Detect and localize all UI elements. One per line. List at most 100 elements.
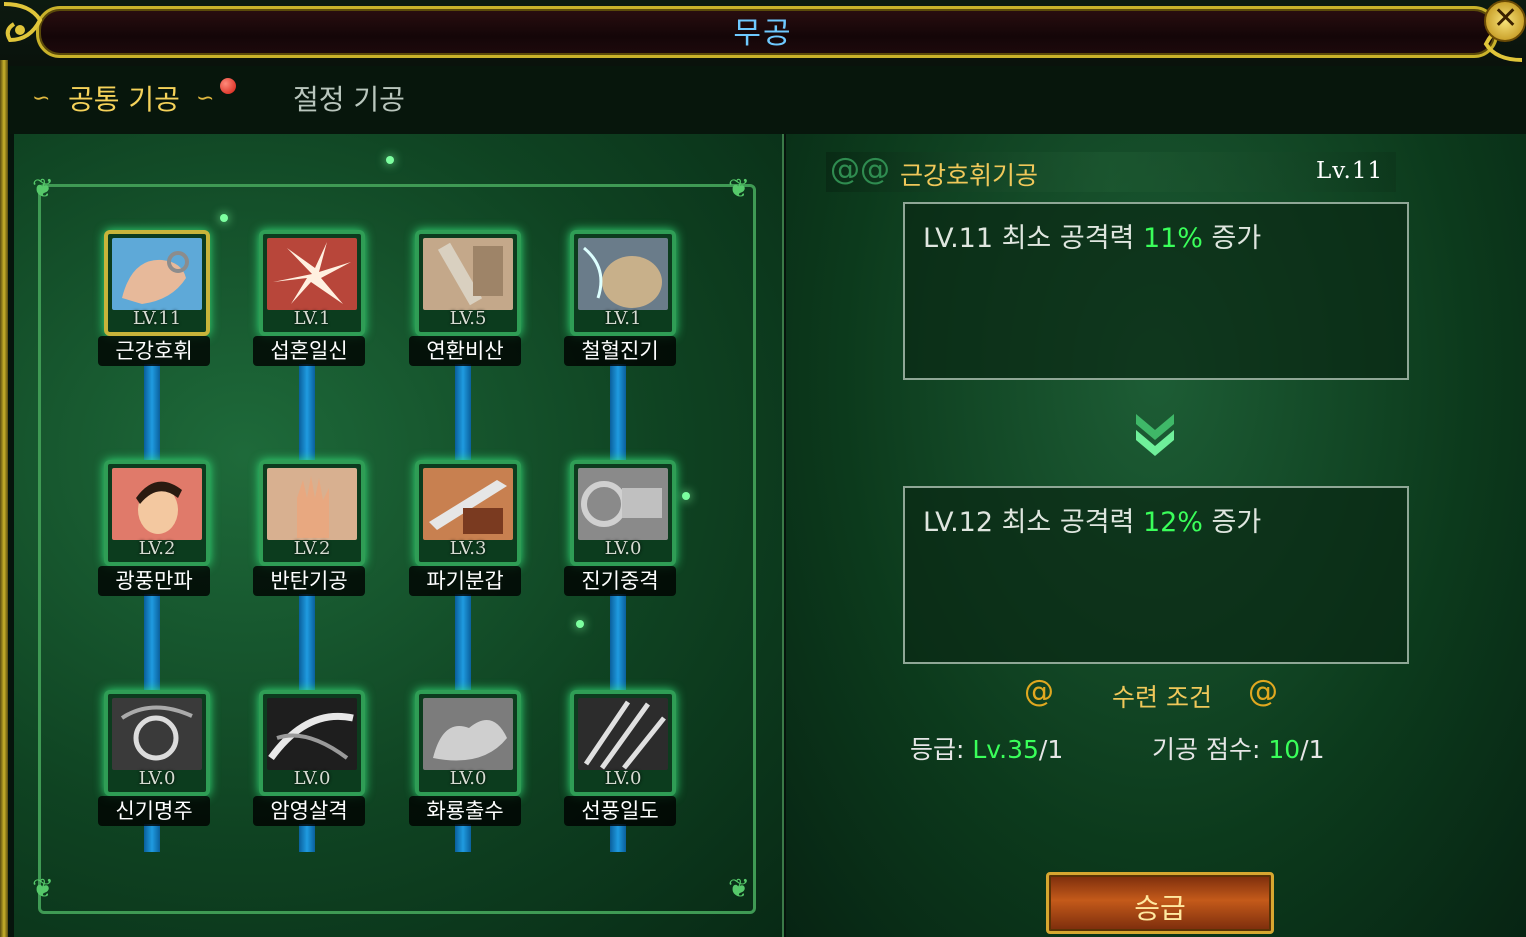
- skill-name: 근강호휘: [98, 336, 210, 366]
- frame-ornament-icon: ❦: [32, 874, 54, 904]
- skill-connector: [610, 594, 626, 690]
- skill-icon-frame: LV.11: [104, 230, 210, 336]
- skill-icon-frame: LV.1: [259, 230, 365, 336]
- current-effect-text: LV.11 최소 공격력 11% 증가: [923, 223, 1262, 254]
- skill-icon-frame: LV.0: [570, 690, 676, 796]
- skill-tree-panel: ❦ ❦ ❦ ❦ LV.11 근강호휘 LV.1 섭혼일신 LV.5 연환비산 L…: [14, 134, 784, 937]
- skill-level: LV.0: [449, 768, 487, 789]
- skill-connector: [455, 364, 471, 460]
- skill-icon-frame: LV.3: [415, 460, 521, 566]
- skill-name: 선풍일도: [564, 796, 676, 826]
- upgrade-button[interactable]: 승급: [1046, 872, 1274, 934]
- tab-ultimate-qigong[interactable]: 절정 기공: [293, 78, 405, 118]
- frame-ornament-icon: ❦: [728, 874, 750, 904]
- divine-orb-icon: [112, 698, 202, 770]
- tab-bar: ∽ 공통 기공 ∽ 절정 기공: [10, 66, 1526, 134]
- hand-grip-icon: [112, 238, 202, 310]
- selected-skill-name: 근강호휘기공: [900, 161, 1039, 190]
- skill-level: LV.3: [449, 538, 487, 559]
- fire-dragon-icon: [423, 698, 513, 770]
- skill-name: 진기중격: [564, 566, 676, 596]
- next-effect-box: LV.12 최소 공격력 12% 증가: [903, 486, 1409, 664]
- skill-connector: [455, 594, 471, 690]
- tab-ornament-icon: ∽: [32, 86, 51, 111]
- skill-level: LV.0: [604, 768, 642, 789]
- tab-ornament-icon: ∽: [196, 86, 215, 111]
- skill-connector: [299, 364, 315, 460]
- skill-name: 반탄기공: [253, 566, 365, 596]
- skill-connector: [610, 364, 626, 460]
- skill-slot[interactable]: LV.1 철혈진기: [564, 230, 676, 370]
- current-effect-box: LV.11 최소 공격력 11% 증가: [903, 202, 1409, 380]
- skill-icon-frame: LV.5: [415, 230, 521, 336]
- skill-icon-frame: LV.0: [104, 690, 210, 796]
- skill-name: 철혈진기: [564, 336, 676, 366]
- blade-break-icon: [423, 468, 513, 540]
- title-bar: 무공 ✕: [0, 0, 1526, 66]
- skill-connector: [144, 364, 160, 460]
- skill-name: 연환비산: [409, 336, 521, 366]
- upgrade-button-label: 승급: [1134, 892, 1186, 925]
- skill-slot[interactable]: LV.3 파기분갑: [409, 460, 521, 600]
- skill-icon-frame: LV.2: [259, 460, 365, 566]
- heavy-strike-icon: [578, 468, 668, 540]
- requirements-title: 수련 조건: [1112, 683, 1212, 712]
- chevron-down-icon: [1136, 414, 1174, 456]
- skill-level: LV.5: [449, 308, 487, 329]
- skill-icon-frame: LV.0: [415, 690, 521, 796]
- skill-slot[interactable]: LV.2 반탄기공: [253, 460, 365, 600]
- open-palm-icon: [267, 468, 357, 540]
- skill-slot[interactable]: LV.0 선풍일도: [564, 690, 676, 830]
- skill-slot[interactable]: LV.11 근강호휘: [98, 230, 210, 370]
- skill-level: LV.0: [293, 768, 331, 789]
- burst-strike-icon: [267, 238, 357, 310]
- grade-requirement: 등급: Lv.35/1: [910, 735, 1064, 764]
- skill-level: LV.2: [138, 538, 176, 559]
- frame-ornament-icon: ❦: [32, 174, 54, 204]
- selected-skill-level: Lv.11: [1316, 158, 1384, 184]
- corner-ornament-left-icon: [3, 2, 43, 43]
- skill-level: LV.11: [132, 308, 182, 329]
- warrior-face-icon: [112, 468, 202, 540]
- header-swirl-icon: @@: [830, 152, 890, 187]
- skill-icon-frame: LV.1: [570, 230, 676, 336]
- skill-connector: [299, 594, 315, 690]
- close-icon: ✕: [1493, 1, 1519, 36]
- skill-slot[interactable]: LV.0 진기중격: [564, 460, 676, 600]
- skill-name: 화룡출수: [409, 796, 521, 826]
- whirlwind-blade-icon: [578, 698, 668, 770]
- sparkle-icon: [386, 156, 394, 164]
- close-button[interactable]: ✕: [1484, 0, 1526, 42]
- swirl-ornament-right-icon: @: [1248, 674, 1278, 709]
- skill-name: 암영살격: [253, 796, 365, 826]
- window-frame-left: [0, 60, 8, 937]
- skill-icon-frame: LV.2: [104, 460, 210, 566]
- next-effect-text: LV.12 최소 공격력 12% 증가: [923, 507, 1262, 538]
- iron-body-icon: [578, 238, 668, 310]
- skill-icon-frame: LV.0: [259, 690, 365, 796]
- skill-icon-frame: LV.0: [570, 460, 676, 566]
- skill-slot[interactable]: LV.0 신기명주: [98, 690, 210, 830]
- skill-slot[interactable]: LV.2 광풍만파: [98, 460, 210, 600]
- shadow-slash-icon: [267, 698, 357, 770]
- skill-level: LV.1: [293, 308, 331, 329]
- skill-name: 신기명주: [98, 796, 210, 826]
- skill-detail-panel: @@ 근강호휘기공 Lv.11 LV.11 최소 공격력 11% 증가 LV.1…: [786, 134, 1526, 937]
- skill-connector: [144, 594, 160, 690]
- skill-slot[interactable]: LV.0 화룡출수: [409, 690, 521, 830]
- frame-ornament-icon: ❦: [728, 174, 750, 204]
- skill-name: 파기분갑: [409, 566, 521, 596]
- window-title: 무공: [733, 16, 793, 51]
- skill-name: 광풍만파: [98, 566, 210, 596]
- skill-level: LV.0: [138, 768, 176, 789]
- skill-level: LV.2: [293, 538, 331, 559]
- skill-level: LV.0: [604, 538, 642, 559]
- skill-name: 섭혼일신: [253, 336, 365, 366]
- armored-sword-icon: [423, 238, 513, 310]
- tab-common-qigong[interactable]: 공통 기공: [68, 78, 180, 118]
- notification-dot-icon: [220, 78, 236, 94]
- skill-slot[interactable]: LV.0 암영살격: [253, 690, 365, 830]
- skill-slot[interactable]: LV.5 연환비산: [409, 230, 521, 370]
- skill-slot[interactable]: LV.1 섭혼일신: [253, 230, 365, 370]
- skill-level: LV.1: [604, 308, 642, 329]
